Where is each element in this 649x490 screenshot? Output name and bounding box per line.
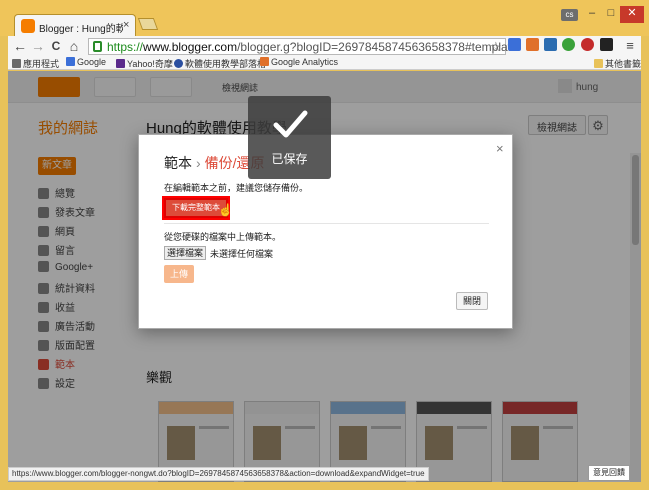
status-bar-url: https://www.blogger.com/blogger-nongwt.d… [8,467,429,481]
translate-icon[interactable] [508,38,521,51]
checkmark-icon [273,110,308,138]
close-window-button[interactable]: ✕ [620,6,644,23]
chrome-menu-icon[interactable]: ≡ [622,36,638,56]
bookmark-google[interactable]: Google [66,57,106,67]
apps-grid-icon [12,59,21,68]
browser-toolbar: ← → C ⌂ https://www.blogger.com/blogger.… [8,36,641,56]
maximize-button[interactable]: □ [602,6,620,23]
tab-title: Blogger : Hung的軟體使 [39,24,123,35]
folder-icon [594,59,603,68]
title-bar: Blogger : Hung的軟體使 × cs – □ ✕ [0,0,649,36]
url-text: https://www.blogger.com/blogger.g?blogID… [107,40,518,54]
bookmark-star-icon[interactable]: ☆ [490,39,502,55]
blogger-icon [21,19,35,33]
back-button[interactable]: ← [12,36,28,56]
reload-button[interactable]: C [48,36,64,56]
backup-hint: 在編輯範本之前，建議您儲存備份。 [164,183,309,193]
profile-badge[interactable]: cs [561,9,578,21]
dialog-close-icon[interactable]: × [496,141,504,156]
upload-button[interactable]: 上傳 [164,265,194,283]
extension-green-icon[interactable] [562,38,575,51]
saved-toast: 已保存 [248,96,331,179]
address-bar[interactable]: https://www.blogger.com/blogger.g?blogID… [88,38,518,55]
browser-tab[interactable]: Blogger : Hung的軟體使 × [14,14,136,36]
bookmarks-bar: 應用程式 Google Yahoo!奇摩 軟體使用教學部落格 Google An… [8,56,641,70]
minimize-button[interactable]: – [583,6,601,23]
hand-cursor-icon: ☝ [218,203,233,217]
extension-dark-icon[interactable] [600,38,613,51]
home-button[interactable]: ⌂ [66,36,82,56]
extension-icon[interactable] [526,38,539,51]
blogger-page: 檢視網誌 hung 我的網誌 Hung的軟體使用教學 檢視網誌 ⚙ 新文章 總覽… [8,71,641,482]
browser-window: Blogger : Hung的軟體使 × cs – □ ✕ ← → C ⌂ ht… [0,0,649,490]
divider [164,223,489,224]
bookmark-analytics[interactable]: Google Analytics [260,57,338,67]
close-dialog-button[interactable]: 關閉 [456,292,488,310]
extension-s-icon[interactable] [544,38,557,51]
feedback-button[interactable]: 意見回饋 [588,465,630,481]
bookmark-yahoo[interactable]: Yahoo!奇摩 [116,57,173,70]
analytics-icon [260,57,269,66]
new-tab-button[interactable] [137,18,159,30]
no-file-label: 未選擇任何檔案 [210,249,274,259]
blog-icon [174,59,183,68]
extension-red-icon[interactable] [581,38,594,51]
google-icon [66,57,75,66]
other-bookmarks[interactable]: 其他書籤 [594,57,641,70]
saved-text: 已保存 [271,152,308,166]
bookmark-blog[interactable]: 軟體使用教學部落格 [174,57,266,70]
tab-close-icon[interactable]: × [123,19,129,31]
apps-bookmark[interactable]: 應用程式 [12,57,59,70]
upload-hint: 從您硬碟的檔案中上傳範本。 [164,232,282,242]
forward-button[interactable]: → [30,36,46,56]
yahoo-icon [116,59,125,68]
lock-icon [93,41,102,52]
choose-file-button[interactable]: 選擇檔案 [164,246,206,260]
